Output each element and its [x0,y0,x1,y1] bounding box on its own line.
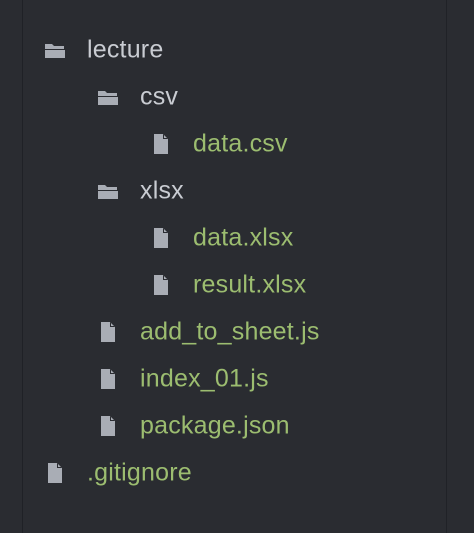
tree-item-data-csv[interactable]: data.csv [0,120,474,167]
tree-item-label: .gitignore [87,458,192,486]
tree-item-gitignore[interactable]: .gitignore [0,449,474,496]
tree-item-lecture[interactable]: lecture [0,26,474,73]
file-icon [97,415,119,436]
tree-item-label: xlsx [140,176,184,204]
tree-item-index-01-js[interactable]: index_01.js [0,355,474,402]
file-icon [150,133,172,154]
panel-top-edge [0,0,474,12]
tree-item-label: result.xlsx [193,270,307,298]
tree-item-label: data.xlsx [193,223,294,251]
tree-item-label: index_01.js [140,364,269,392]
file-icon [150,227,172,248]
file-icon [150,274,172,295]
file-icon [44,462,66,483]
file-icon [97,321,119,342]
tree-item-xlsx[interactable]: xlsx [0,167,474,214]
folder-open-icon [97,181,119,201]
file-tree-panel: lecture csv data.csv xlsx data.xlsx resu… [0,0,474,533]
tree-item-result-xlsx[interactable]: result.xlsx [0,261,474,308]
tree-item-label: data.csv [193,129,288,157]
tree-item-add-to-sheet-js[interactable]: add_to_sheet.js [0,308,474,355]
tree-item-label: package.json [140,411,290,439]
tree-item-data-xlsx[interactable]: data.xlsx [0,214,474,261]
file-icon [97,368,119,389]
tree-item-label: add_to_sheet.js [140,317,320,345]
tree-item-package-json[interactable]: package.json [0,402,474,449]
tree-item-label: lecture [87,35,164,63]
tree-item-csv[interactable]: csv [0,73,474,120]
folder-open-icon [97,87,119,107]
folder-open-icon [44,40,66,60]
tree-item-label: csv [140,82,179,110]
file-tree: lecture csv data.csv xlsx data.xlsx resu… [0,26,474,496]
